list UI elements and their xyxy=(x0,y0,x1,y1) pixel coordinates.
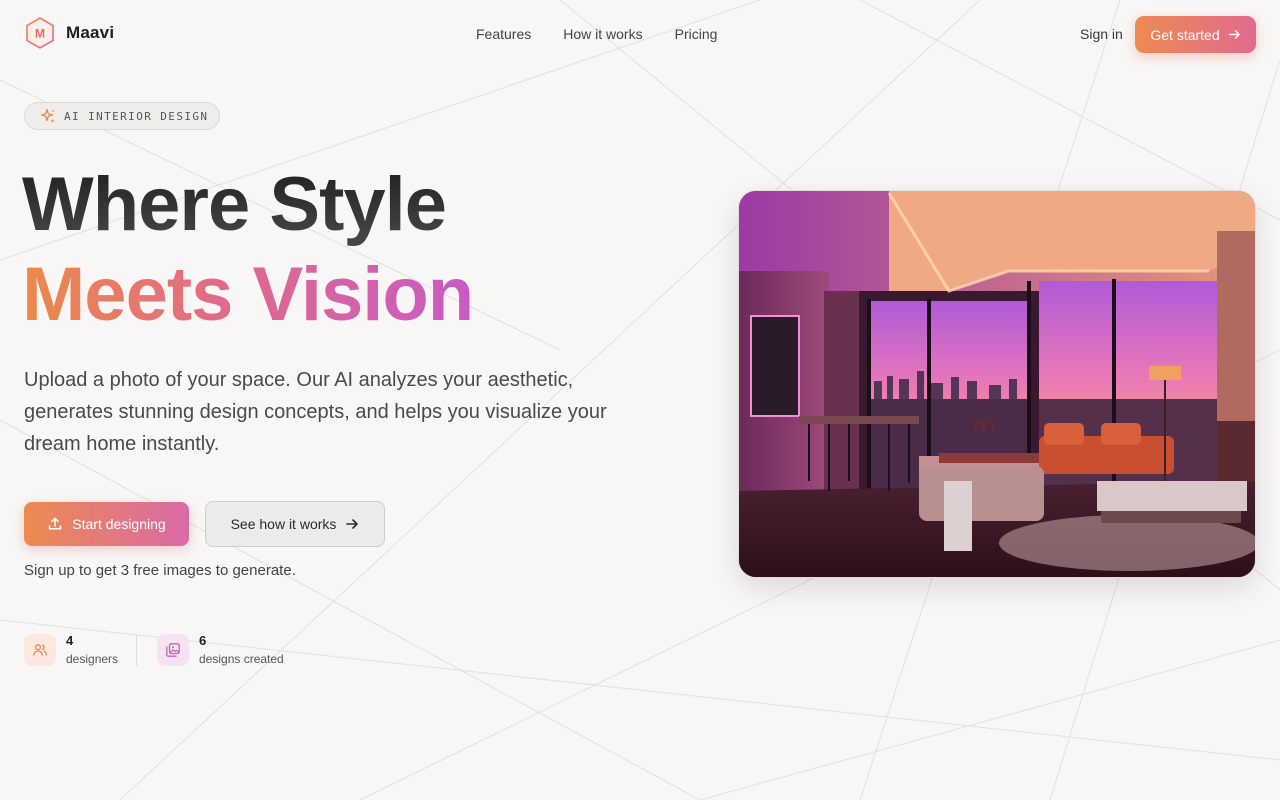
brand-logo[interactable]: M Maavi xyxy=(24,16,114,50)
top-navbar: M Maavi Features How it works Pricing Si… xyxy=(0,0,1280,68)
badge-label: AI INTERIOR DESIGN xyxy=(64,109,209,123)
start-designing-button[interactable]: Start designing xyxy=(24,502,189,546)
nav-features[interactable]: Features xyxy=(476,26,531,42)
sign-in-link[interactable]: Sign in xyxy=(1080,26,1123,42)
main-nav: Features How it works Pricing xyxy=(476,26,717,42)
arrow-right-icon xyxy=(346,519,359,529)
stat-designs: 6 designs created xyxy=(157,632,284,668)
stat-designers-label: designers xyxy=(66,652,119,666)
nav-pricing[interactable]: Pricing xyxy=(675,26,718,42)
images-icon xyxy=(157,634,189,666)
stat-designers: 4 designers xyxy=(24,632,118,668)
ai-interior-badge: AI INTERIOR DESIGN xyxy=(24,102,220,130)
stat-designs-label: designs created xyxy=(199,652,284,666)
upload-icon xyxy=(49,517,62,530)
stat-designs-value: 6 xyxy=(199,633,207,648)
brand-name: Maavi xyxy=(66,23,115,42)
hero-interior-image xyxy=(738,190,1256,578)
start-designing-label: Start designing xyxy=(72,516,166,532)
stat-designers-value: 4 xyxy=(66,633,74,648)
see-how-it-works-label: See how it works xyxy=(230,516,337,532)
nav-how-it-works[interactable]: How it works xyxy=(563,26,642,42)
hero-headline: Where Style Meets Vision xyxy=(22,160,474,340)
hexagon-logo-icon: M xyxy=(26,17,54,49)
hero-subtitle: Upload a photo of your space. Our AI ana… xyxy=(24,369,607,455)
users-icon xyxy=(24,634,56,666)
living-room-illustration xyxy=(739,191,1255,577)
arrow-right-icon xyxy=(1228,30,1240,39)
headline-line-1: Where Style xyxy=(22,160,473,250)
stats-divider xyxy=(136,634,137,666)
svg-text:M: M xyxy=(35,27,45,41)
see-how-it-works-button[interactable]: See how it works xyxy=(205,501,385,547)
free-images-note: Sign up to get 3 free images to generate… xyxy=(24,562,296,579)
sparkles-icon xyxy=(40,108,55,123)
get-started-label: Get started xyxy=(1150,26,1220,43)
headline-line-2: Meets Vision xyxy=(22,250,474,340)
get-started-button[interactable]: Get started xyxy=(1135,16,1256,53)
